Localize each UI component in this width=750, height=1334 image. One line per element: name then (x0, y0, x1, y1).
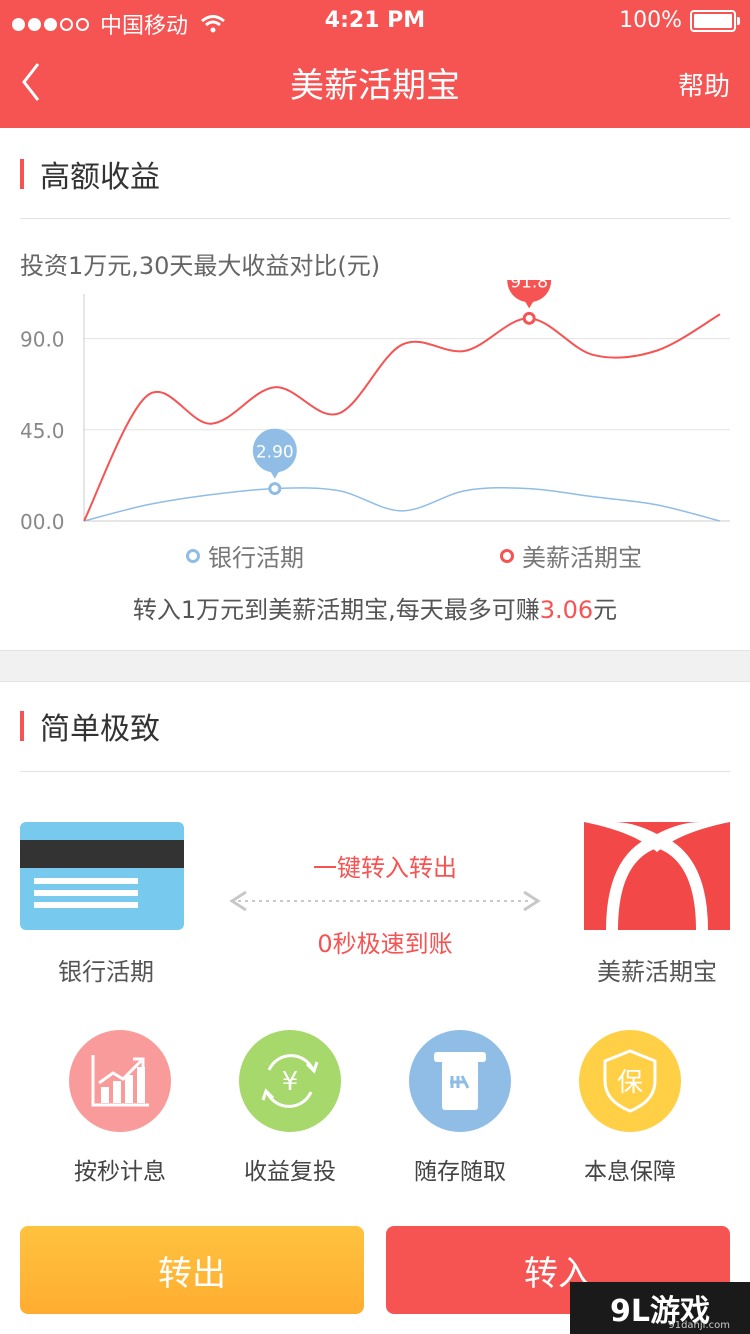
chart-bubble-pointer (268, 468, 281, 479)
battery-icon (690, 9, 740, 32)
chart-y-tick-label: 00.0 (20, 510, 65, 534)
legend-label: 美薪活期宝 (522, 544, 642, 572)
section-title-text: 高额收益 (40, 160, 160, 195)
svg-text:保: 保 (617, 1068, 643, 1098)
feature-per-second-interest: 按秒计息 (65, 1030, 175, 1186)
chart-highlight-point (268, 482, 282, 496)
chart-up-icon (69, 1030, 171, 1132)
chart-series-line (83, 313, 721, 522)
divider (20, 771, 730, 772)
feature-reinvest: ¥ 收益复投 (235, 1030, 345, 1186)
section-title-text: 简单极致 (40, 712, 160, 747)
section-title-returns: 高额收益 (20, 156, 160, 195)
bank-caption: 银行活期 (58, 958, 154, 986)
atm-card-icon (409, 1030, 511, 1132)
chart-series-line (83, 487, 721, 522)
watermark-logo: 9L游戏 91danji.com (570, 1282, 750, 1334)
nav-bar: 美薪活期宝 帮助 (0, 40, 750, 128)
meixin-logo-icon (584, 822, 730, 930)
section-accent-bar (20, 711, 24, 741)
earnings-note: 转入1万元到美薪活期宝,每天最多可赚3.06元 (0, 590, 750, 625)
chart-data-label: 2.90 (256, 443, 294, 463)
note-prefix: 转入1万元到美薪活期宝,每天最多可赚 (132, 596, 540, 624)
legend-marker (186, 548, 200, 563)
chart-highlight-point (522, 311, 536, 325)
double-arrow-icon (229, 890, 541, 912)
one-click-transfer-text: 一键转入转出 (313, 854, 457, 882)
section-gap (0, 650, 750, 682)
watermark-sub: 91danji.com (668, 1320, 730, 1331)
page-title: 美薪活期宝 (290, 66, 460, 106)
chart-legend: 银行活期 美薪活期宝 (0, 538, 750, 572)
transfer-out-button[interactable]: 转出 (20, 1226, 364, 1314)
divider (20, 218, 730, 219)
chart-subtitle: 投资1万元,30天最大收益对比(元) (20, 252, 381, 280)
feature-label: 本息保障 (584, 1159, 676, 1185)
chart-y-tick-label: 90.0 (20, 328, 65, 352)
chart-bubble-pointer (523, 298, 536, 309)
status-bar: 中国移动 4:21 PM 100% (0, 0, 750, 40)
help-button[interactable]: 帮助 (678, 66, 730, 103)
shield-icon: 保 (579, 1030, 681, 1132)
chart-y-tick-label: 45.0 (20, 419, 65, 443)
product-caption: 美薪活期宝 (597, 958, 717, 986)
header: 中国移动 4:21 PM 100% 美薪活期宝 帮助 (0, 0, 750, 128)
section-title-simple: 简单极致 (20, 708, 160, 747)
chart-data-label: 91.8 (510, 280, 548, 292)
feature-label: 随存随取 (414, 1159, 506, 1185)
yuan-cycle-icon: ¥ (239, 1030, 341, 1132)
legend-item-bank: 银行活期 (186, 538, 304, 573)
svg-text:¥: ¥ (282, 1067, 299, 1097)
instant-arrival-text: 0秒极速到账 (317, 930, 453, 958)
returns-chart: 90.0 45.0 00.0 2.90 91.8 (20, 280, 730, 534)
battery-label: 100% (619, 8, 682, 33)
note-suffix: 元 (593, 596, 618, 624)
feature-deposit-withdraw: 随存随取 (405, 1030, 515, 1186)
feature-label: 按秒计息 (74, 1159, 166, 1185)
feature-principal-guarantee: 保 本息保障 (575, 1030, 685, 1186)
legend-marker (500, 548, 514, 563)
note-amount: 3.06 (539, 596, 594, 624)
bank-card-icon (20, 822, 184, 930)
legend-item-product: 美薪活期宝 (500, 538, 642, 573)
feature-label: 收益复投 (244, 1159, 336, 1185)
section-accent-bar (20, 159, 24, 189)
legend-label: 银行活期 (208, 544, 304, 572)
